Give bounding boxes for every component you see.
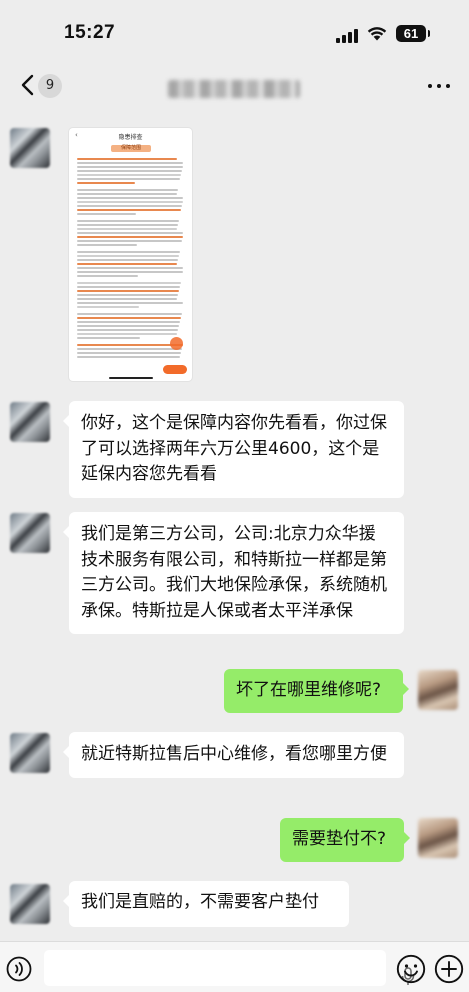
image-floating-button xyxy=(170,337,183,350)
image-text-line xyxy=(77,182,135,184)
image-text-line xyxy=(77,174,181,176)
image-text-line xyxy=(77,213,136,215)
image-text-line xyxy=(77,232,183,234)
image-text-line xyxy=(77,162,183,164)
signal-icon xyxy=(336,28,358,43)
image-action-button xyxy=(163,365,187,374)
status-time: 15:27 xyxy=(64,22,116,43)
image-text-line xyxy=(77,344,183,346)
image-text-line xyxy=(77,352,181,354)
image-text-line xyxy=(77,267,183,269)
image-text-line xyxy=(77,356,180,358)
image-text-line xyxy=(77,333,177,335)
image-text-line xyxy=(77,348,182,350)
image-text-line xyxy=(77,321,180,323)
image-text-line xyxy=(77,298,177,300)
contact-avatar[interactable] xyxy=(10,733,50,773)
image-text-line xyxy=(77,240,182,242)
chat-title-blurred xyxy=(168,80,300,98)
image-text-line xyxy=(77,224,178,226)
emoji-icon[interactable] xyxy=(396,954,426,984)
image-text-line xyxy=(77,302,183,304)
image-text-line xyxy=(77,166,183,168)
wifi-icon xyxy=(367,27,387,41)
image-text-line xyxy=(77,329,178,331)
voice-icon[interactable] xyxy=(6,956,32,982)
image-header-title: 隐患排查 xyxy=(118,134,143,141)
my-avatar[interactable] xyxy=(418,670,458,710)
contact-avatar[interactable] xyxy=(10,402,50,442)
image-text-line xyxy=(77,244,137,246)
image-text-line xyxy=(77,271,183,273)
image-text-line xyxy=(77,205,182,207)
contact-avatar[interactable] xyxy=(10,128,50,168)
message-bubble-incoming[interactable]: 我们是直赔的，不需要客户垫付 xyxy=(63,881,349,927)
image-text-line xyxy=(77,158,177,160)
status-bar: 15:27 61 xyxy=(0,0,469,60)
message-bubble-incoming[interactable]: 你好，这个是保障内容你先看看，你过保了可以选择两年六万公里4600，这个是延保内… xyxy=(63,401,404,498)
message-bubble-incoming[interactable]: 就近特斯拉售后中心维修，看您哪里方便 xyxy=(63,732,404,778)
message-bubble-incoming[interactable]: 我们是第三方公司，公司:北京力众华援技术服务有限公司，和特斯拉一样都是第三方公司… xyxy=(63,512,404,634)
image-text-line xyxy=(77,251,180,253)
image-text-line xyxy=(77,306,139,308)
image-text-line xyxy=(77,189,178,191)
image-text-line xyxy=(77,228,177,230)
image-text-line xyxy=(77,255,179,257)
image-text-line xyxy=(77,178,180,180)
plus-icon[interactable] xyxy=(434,954,464,984)
chat-header: 9 xyxy=(0,60,469,110)
image-tab-label: 保障范围 xyxy=(120,145,141,151)
contact-avatar[interactable] xyxy=(10,513,50,553)
image-home-indicator xyxy=(109,377,153,379)
image-header: ‹ 隐患排查 xyxy=(69,131,192,142)
image-text-line xyxy=(77,337,140,339)
image-text-line xyxy=(77,325,179,327)
image-text-line xyxy=(77,275,138,277)
image-text-line xyxy=(77,197,183,199)
image-text-line xyxy=(77,201,183,203)
more-icon[interactable] xyxy=(428,78,452,92)
image-text-line xyxy=(77,313,182,315)
image-text-line xyxy=(77,170,182,172)
contact-avatar[interactable] xyxy=(10,884,50,924)
image-text-line xyxy=(77,236,183,238)
screenshot-image-message[interactable]: ‹ 隐患排查 保障范围 xyxy=(69,128,192,381)
message-bubble-outgoing[interactable]: 需要垫付不? xyxy=(280,818,410,862)
image-text-line xyxy=(77,209,181,211)
input-bar xyxy=(0,941,469,992)
image-text-line xyxy=(77,282,181,284)
image-text-line xyxy=(77,294,178,296)
image-text-line xyxy=(77,290,179,292)
my-avatar[interactable] xyxy=(418,818,458,858)
image-text-line xyxy=(77,259,178,261)
image-text-line xyxy=(77,317,181,319)
image-tab-highlight: 保障范围 xyxy=(111,145,151,152)
image-text-line xyxy=(77,263,177,265)
image-text-line xyxy=(77,193,177,195)
message-input[interactable] xyxy=(44,950,415,986)
message-bubble-outgoing[interactable]: 坏了在哪里维修呢? xyxy=(224,669,409,713)
image-text-line xyxy=(77,220,179,222)
unread-count-badge: 9 xyxy=(38,74,62,98)
battery-icon: 61 xyxy=(396,25,430,42)
image-text-line xyxy=(77,286,180,288)
